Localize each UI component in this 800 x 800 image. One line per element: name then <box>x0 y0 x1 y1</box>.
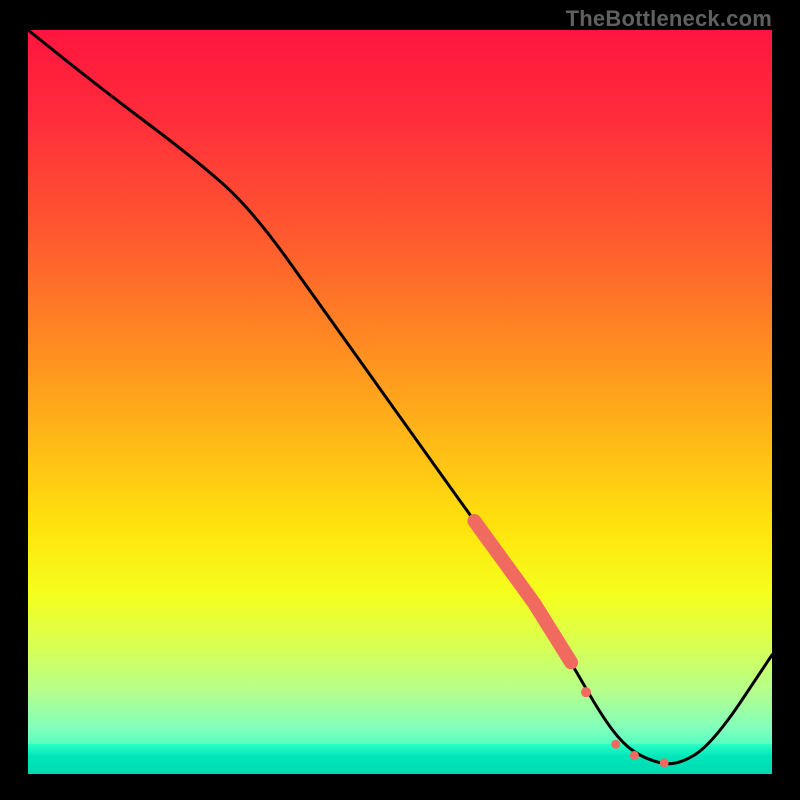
bottleneck-curve <box>28 30 772 764</box>
dot-cluster-b <box>630 751 639 760</box>
dot-right <box>660 758 669 767</box>
dot-1 <box>581 687 591 697</box>
thick-segment <box>474 521 571 662</box>
curve-layer <box>28 30 772 774</box>
chart-frame: TheBottleneck.com <box>0 0 800 800</box>
plot-area <box>28 30 772 774</box>
attribution-label: TheBottleneck.com <box>566 6 772 32</box>
dot-cluster-a <box>611 740 620 749</box>
